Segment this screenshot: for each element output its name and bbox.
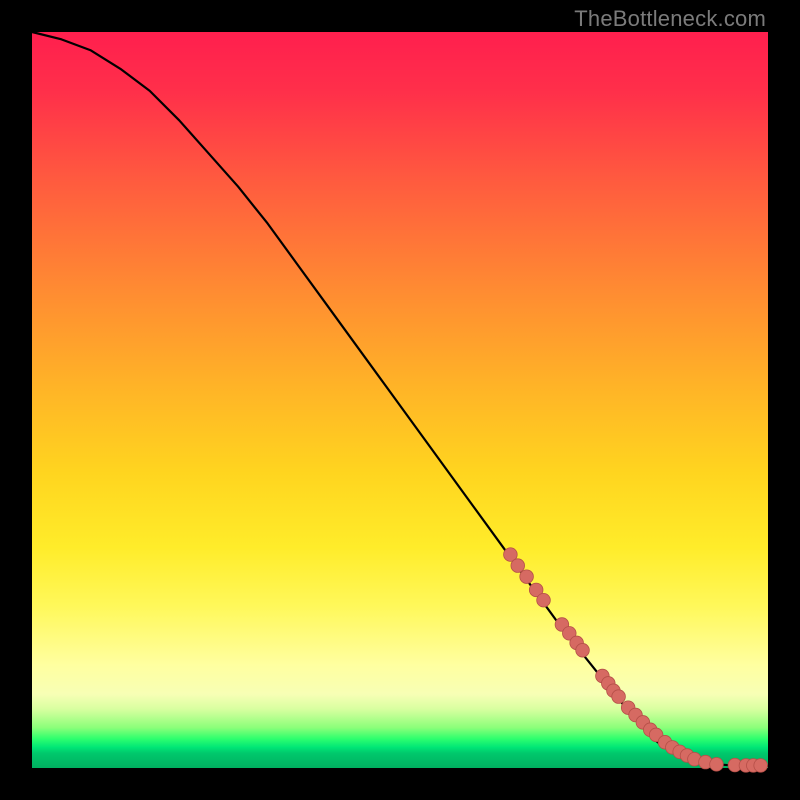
watermark-label: TheBottleneck.com [574, 6, 766, 32]
scatter-dot [576, 643, 590, 657]
bottleneck-curve [32, 32, 768, 766]
scatter-dot [537, 593, 551, 607]
chart-overlay-svg [32, 32, 768, 768]
scatter-dots [504, 548, 768, 772]
gradient-plot-area [32, 32, 768, 768]
scatter-dot [754, 759, 768, 773]
scatter-dot [520, 570, 534, 584]
scatter-dot [710, 758, 724, 772]
scatter-dot [612, 690, 626, 704]
chart-stage: TheBottleneck.com [0, 0, 800, 800]
scatter-dot [511, 559, 525, 573]
